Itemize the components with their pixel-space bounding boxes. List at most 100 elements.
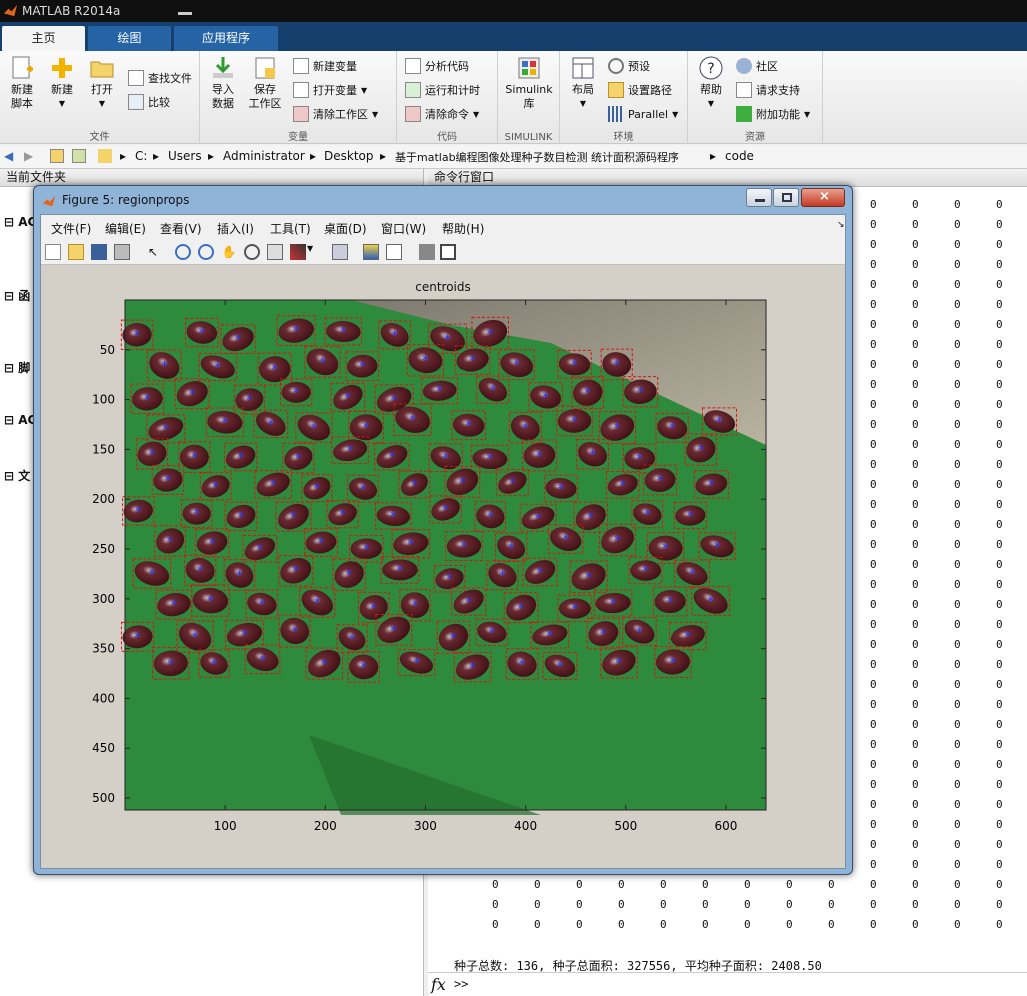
seed-centroid-marker: *: [349, 633, 356, 648]
folder-group[interactable]: ⊟ 脚: [4, 359, 30, 376]
tab-home[interactable]: 主页: [2, 26, 85, 51]
seed-centroid-marker: *: [436, 385, 443, 400]
parallel-button[interactable]: Parallel ▼: [608, 106, 678, 122]
seed-centroid-marker: *: [614, 534, 621, 549]
folder-group[interactable]: ⊟ AC: [4, 215, 36, 229]
breadcrumb-code[interactable]: code: [725, 149, 754, 163]
seed-centroid-marker: *: [707, 595, 714, 610]
output-value: 0: [870, 918, 877, 931]
seed-centroid-marker: *: [293, 325, 300, 340]
help-icon: ?: [699, 56, 723, 80]
seed-centroid-marker: *: [411, 479, 418, 494]
output-value: 0: [576, 878, 583, 891]
seed-centroid-marker: *: [589, 448, 596, 463]
folder-group[interactable]: ⊟ 文: [4, 467, 30, 484]
maximize-icon: [782, 193, 792, 202]
help-button[interactable]: ? 帮助 ▼: [694, 55, 728, 111]
output-value: 0: [660, 918, 667, 931]
breadcrumb-desktop[interactable]: Desktop: [324, 149, 374, 163]
preferences-button[interactable]: 预设: [608, 58, 650, 74]
output-value: 0: [996, 558, 1003, 571]
back-icon[interactable]: ◀: [4, 149, 13, 163]
seed-centroid-marker: *: [571, 358, 578, 373]
minimize-icon[interactable]: [178, 12, 192, 15]
close-button[interactable]: ×: [801, 188, 845, 207]
seed-centroid-marker: *: [319, 356, 326, 371]
y-tick-label: 450: [92, 741, 115, 755]
output-value: 0: [996, 398, 1003, 411]
command-prompt[interactable]: fx >>: [428, 972, 1027, 996]
plus-icon: [52, 58, 72, 78]
fx-icon[interactable]: fx: [431, 975, 446, 994]
breadcrumb-sep: ▸: [208, 149, 215, 163]
seed-centroid-marker: *: [314, 597, 321, 612]
minimize-button[interactable]: [746, 188, 772, 207]
output-value: 0: [744, 918, 751, 931]
output-value: 0: [912, 358, 919, 371]
output-value: 0: [534, 878, 541, 891]
folder-group[interactable]: ⊟ 函: [4, 287, 30, 304]
seed-centroid-marker: *: [489, 626, 496, 641]
tab-plots[interactable]: 绘图: [88, 26, 171, 51]
breadcrumb-users[interactable]: Users: [168, 149, 202, 163]
find-files-button[interactable]: 查找文件: [128, 70, 192, 86]
compare-button[interactable]: 比较: [128, 94, 170, 110]
output-value: 0: [870, 778, 877, 791]
analyze-code-button[interactable]: 分析代码: [405, 58, 469, 74]
output-value: 0: [996, 378, 1003, 391]
breadcrumb-project[interactable]: 基于matlab编程图像处理种子数目检测 统计面积源码程序: [395, 149, 679, 165]
seed-centroid-marker: *: [459, 476, 466, 491]
simulink-library-button[interactable]: Simulink 库: [502, 55, 556, 111]
seed-centroid-marker: *: [522, 422, 529, 437]
run-time-icon: [405, 82, 421, 98]
output-value: 0: [996, 438, 1003, 451]
seed-centroid-marker: *: [450, 631, 457, 646]
eraser-icon: [405, 106, 421, 122]
seed-centroid-marker: *: [135, 505, 142, 520]
output-value: 0: [870, 878, 877, 891]
add-ons-button[interactable]: 附加功能 ▼: [736, 106, 810, 122]
folder-group[interactable]: ⊟ AC: [4, 413, 36, 427]
seed-centroid-marker: *: [391, 624, 398, 639]
browse-folder-icon[interactable]: [72, 149, 86, 163]
output-value: 0: [954, 338, 961, 351]
output-value: 0: [492, 918, 499, 931]
output-value: 0: [618, 898, 625, 911]
clear-commands-button[interactable]: 清除命令 ▼: [405, 106, 479, 122]
tab-apps[interactable]: 应用程序: [174, 26, 278, 51]
output-value: 0: [912, 638, 919, 651]
layout-button[interactable]: 布局 ▼: [564, 55, 602, 111]
output-value: 0: [954, 918, 961, 931]
community-button[interactable]: 社区: [736, 58, 778, 74]
seed-centroid-marker: *: [235, 333, 242, 348]
output-value: 0: [870, 418, 877, 431]
open-button[interactable]: 打开 ▼: [84, 55, 120, 111]
seed-centroid-marker: *: [268, 418, 275, 433]
output-value: 0: [996, 598, 1003, 611]
new-variable-button[interactable]: 新建变量: [293, 58, 357, 74]
breadcrumb-c[interactable]: C:: [135, 149, 147, 163]
save-workspace-button[interactable]: 保存 工作区: [246, 55, 284, 111]
output-value: 0: [870, 238, 877, 251]
up-folder-icon[interactable]: [50, 149, 64, 163]
maximize-button[interactable]: [773, 188, 799, 207]
forward-icon[interactable]: ▶: [24, 149, 33, 163]
new-button[interactable]: 新建 ▼: [44, 55, 80, 111]
seed-centroid-marker: *: [134, 631, 141, 646]
axes[interactable]: * * * * * * * * * * * * * * * * * * * * * * * * * * * * * * * * * * * * * * * *…: [41, 215, 845, 868]
run-and-time-button[interactable]: 运行和计时: [405, 82, 480, 98]
y-tick-label: 400: [92, 691, 115, 705]
seed-centroid-marker: *: [542, 391, 549, 406]
set-path-button[interactable]: 设置路径: [608, 82, 672, 98]
seed-centroid-marker: *: [714, 540, 721, 555]
open-variable-button[interactable]: 打开变量 ▼: [293, 82, 367, 98]
seed-centroid-marker: *: [412, 599, 419, 614]
output-value: 0: [954, 778, 961, 791]
import-data-button[interactable]: 导入 数据: [204, 55, 242, 111]
new-script-button[interactable]: 新建 脚本: [4, 55, 40, 111]
breadcrumb-administrator[interactable]: Administrator: [223, 149, 305, 163]
x-tick-label: 200: [314, 819, 337, 833]
output-value: 0: [954, 318, 961, 331]
clear-workspace-button[interactable]: 清除工作区 ▼: [293, 106, 378, 122]
request-support-button[interactable]: 请求支持: [736, 82, 800, 98]
